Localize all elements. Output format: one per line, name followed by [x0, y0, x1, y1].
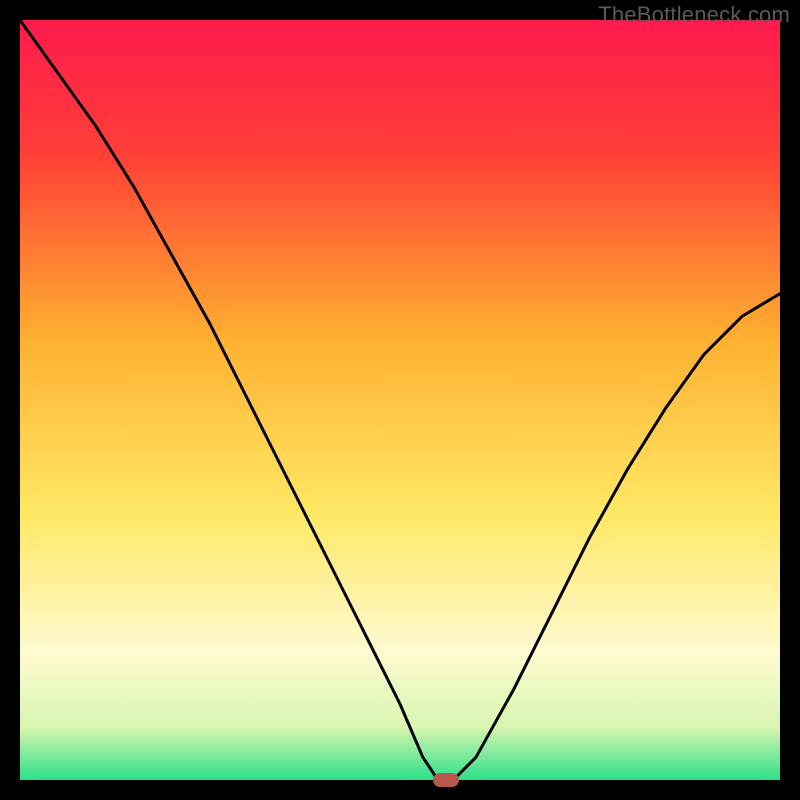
- optimal-marker: [433, 773, 459, 787]
- gradient-background: [20, 20, 780, 780]
- plot-area: [20, 20, 780, 780]
- plot-svg: [20, 20, 780, 780]
- chart-frame: TheBottleneck.com: [0, 0, 800, 800]
- watermark-text: TheBottleneck.com: [598, 2, 790, 28]
